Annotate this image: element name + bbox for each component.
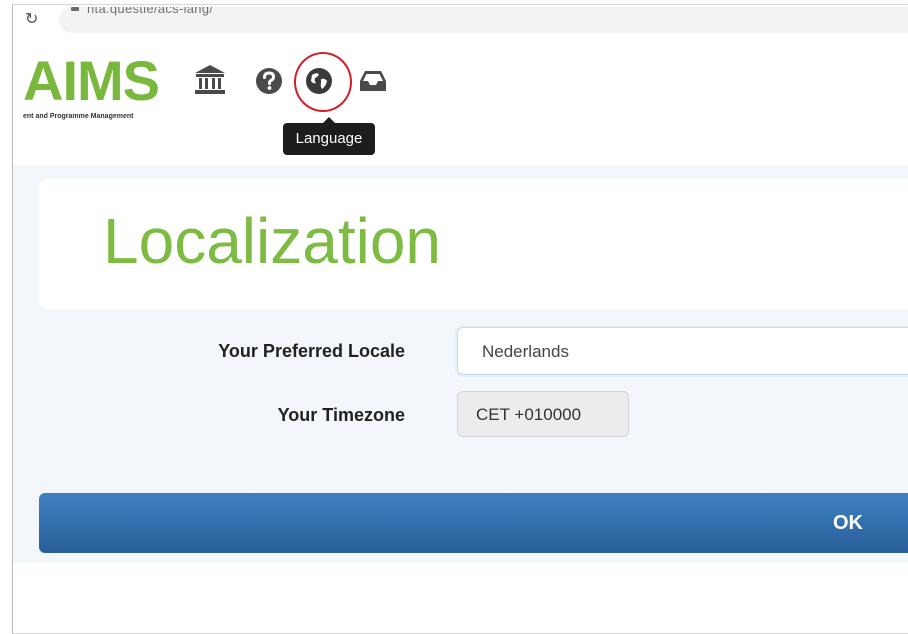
address-bar[interactable]: nta.questie/acs-lang/ xyxy=(59,7,908,33)
main-content: Localization Your Preferred Locale Neder… xyxy=(13,165,908,633)
ok-label: OK xyxy=(833,512,863,534)
bank-icon[interactable] xyxy=(193,63,227,102)
locale-label: Your Preferred Locale xyxy=(218,341,405,361)
reload-icon[interactable]: ↻ xyxy=(25,11,38,27)
timezone-select[interactable]: CET +010000 xyxy=(457,391,629,437)
timezone-label: Your Timezone xyxy=(277,405,405,425)
browser-window: ↻ nta.questie/acs-lang/ AIMS ent and Pro… xyxy=(12,4,908,634)
address-text: nta.questie/acs-lang/ xyxy=(87,7,214,16)
ok-button[interactable]: OK xyxy=(39,493,908,553)
app-header: AIMS ent and Programme Management Langua… xyxy=(13,43,908,166)
lock-icon xyxy=(71,7,79,11)
language-tooltip: Language xyxy=(283,117,375,155)
locale-select[interactable]: Nederlands xyxy=(457,327,908,375)
aims-logo[interactable]: AIMS xyxy=(23,53,160,109)
page-title: Localization xyxy=(103,205,441,277)
help-icon[interactable] xyxy=(255,67,283,100)
footer-space xyxy=(13,563,908,633)
browser-address-strip: ↻ nta.questie/acs-lang/ xyxy=(13,5,908,44)
highlight-circle xyxy=(294,52,352,112)
logo-subtitle: ent and Programme Management xyxy=(23,113,134,120)
title-card: Localization xyxy=(39,179,908,309)
inbox-icon[interactable] xyxy=(359,68,387,99)
